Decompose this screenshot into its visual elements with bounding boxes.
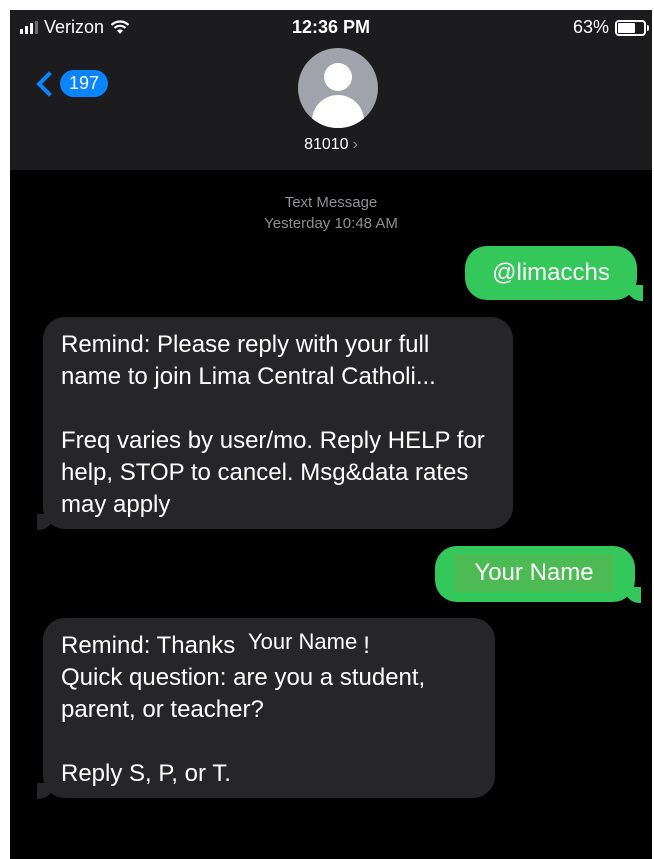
- bubble-tail: [627, 285, 643, 301]
- contact-name: 81010: [304, 136, 349, 153]
- incoming-message-bubble[interactable]: Remind: Please reply with your full name…: [37, 317, 513, 530]
- message-text: Remind: Thanks: [61, 632, 236, 659]
- unread-count-badge: 197: [60, 70, 109, 97]
- clock: 12:36 PM: [291, 17, 371, 37]
- message-text: Reply S, P, or T.: [61, 760, 231, 787]
- outgoing-message-bubble[interactable]: @limacchs: [465, 246, 643, 301]
- message-text: !: [363, 632, 370, 659]
- contact-avatar[interactable]: [298, 48, 378, 128]
- person-icon: [324, 63, 352, 91]
- battery-icon: [615, 19, 649, 36]
- message-type-label: Text Message: [284, 194, 378, 211]
- bubble-tail: [625, 587, 641, 603]
- chevron-left-icon: [36, 70, 62, 97]
- timestamp-label: Yesterday 10:48 AM: [264, 215, 398, 232]
- contact-name-button[interactable]: 81010 ›: [10, 136, 652, 154]
- message-text: Your Name: [455, 554, 613, 592]
- messages-screen: Verizon 12:36 PM 63% 197 81010 › Text Mes…: [10, 10, 652, 859]
- battery-percent: 63%: [572, 17, 609, 37]
- battery-info: 63%: [572, 17, 649, 38]
- name-placeholder: Your Name: [241, 626, 364, 658]
- bubble-tail: [37, 783, 53, 799]
- conversation-header: Verizon 12:36 PM 63% 197 81010 ›: [10, 10, 652, 170]
- back-button[interactable]: 197: [32, 70, 109, 97]
- message-text: Quick question: are you a student, paren…: [61, 664, 426, 723]
- outgoing-message-bubble[interactable]: Your Name: [435, 546, 641, 603]
- message-text: Remind: Please reply with your full name…: [61, 331, 436, 390]
- message-timestamp: Text Message Yesterday 10:48 AM: [10, 192, 652, 234]
- bubble-tail: [37, 514, 53, 530]
- person-icon-body: [312, 95, 364, 128]
- incoming-message-bubble[interactable]: Remind: Thanks Your Name! Quick question…: [37, 618, 495, 799]
- status-bar: Verizon 12:36 PM 63%: [10, 10, 652, 46]
- message-text: Freq varies by user/mo. Reply HELP for h…: [61, 427, 485, 518]
- message-text: @limacchs: [492, 259, 610, 286]
- chevron-right-icon: ›: [352, 136, 358, 153]
